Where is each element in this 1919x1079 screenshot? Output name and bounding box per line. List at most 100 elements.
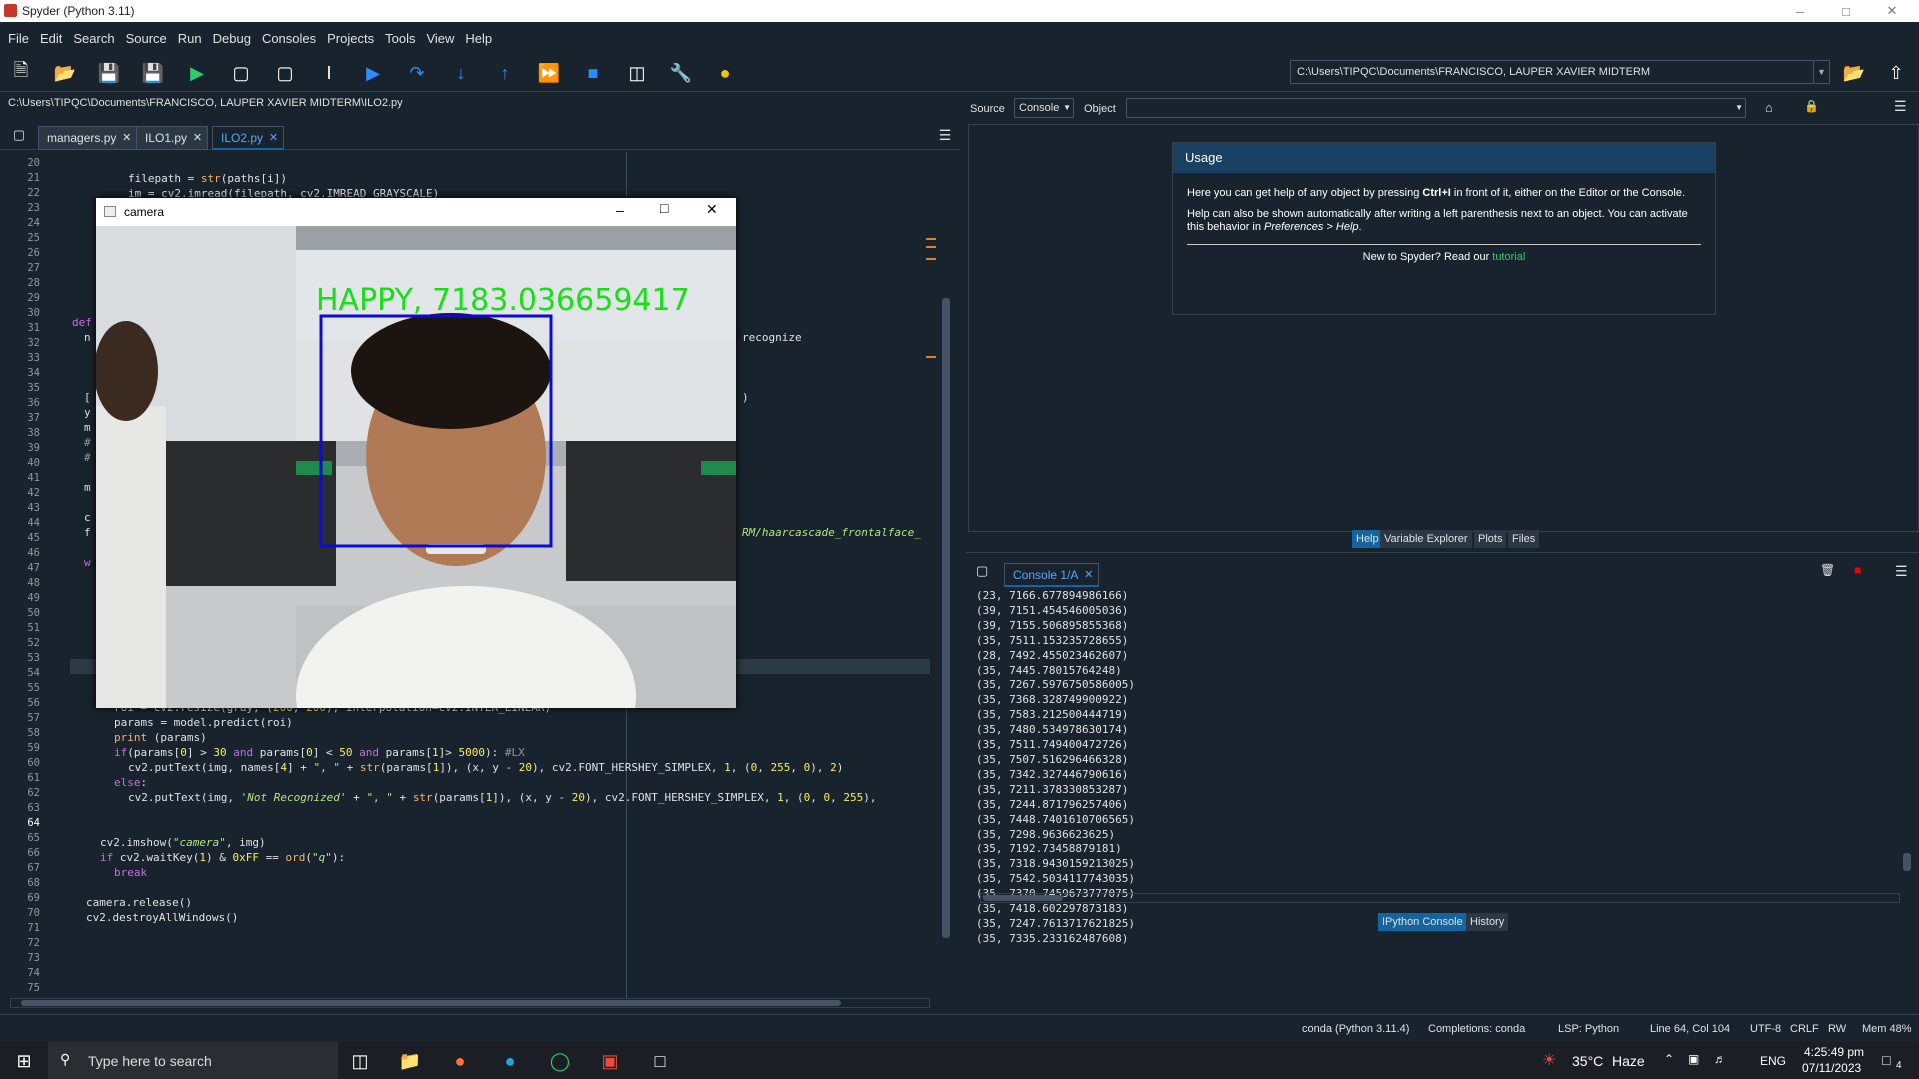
code-line-50: w	[84, 556, 91, 569]
notifications-icon[interactable]: □	[1882, 1052, 1890, 1068]
spyder-taskbar-icon[interactable]: ▣	[596, 1047, 624, 1075]
line-number: 43	[27, 502, 40, 514]
line-number: 38	[27, 427, 40, 439]
trash-icon[interactable]: 🗑	[1820, 563, 1835, 577]
camera-window[interactable]: camera – □ ✕ HAPPY, 7183.036659417	[96, 198, 736, 708]
step-return-icon[interactable]: ↑	[494, 62, 516, 84]
menu-tools[interactable]: Tools	[385, 31, 415, 46]
step-over-icon[interactable]: ↷	[406, 62, 428, 84]
file-explorer-icon[interactable]: 📁	[396, 1047, 424, 1075]
continue-icon[interactable]: ⏩	[538, 62, 560, 84]
anaconda-icon[interactable]: ◯	[546, 1047, 574, 1075]
tutorial-link[interactable]: tutorial	[1492, 251, 1525, 263]
weather-temp[interactable]: 35°C	[1572, 1053, 1603, 1069]
stop-kernel-icon[interactable]: ■	[1854, 563, 1861, 577]
menu-edit[interactable]: Edit	[40, 31, 62, 46]
minimize-button[interactable]: –	[1777, 0, 1823, 22]
menu-consoles[interactable]: Consoles	[262, 31, 316, 46]
home-icon[interactable]: ⌂	[1765, 100, 1773, 115]
menu-file[interactable]: File	[8, 31, 29, 46]
menu-search[interactable]: Search	[73, 31, 114, 46]
task-view-icon[interactable]: ◫	[346, 1047, 374, 1075]
browse-folder-icon[interactable]: 📂	[1843, 62, 1865, 84]
camera-title-bar[interactable]: camera – □ ✕	[96, 198, 736, 226]
editor-horizontal-scrollbar[interactable]	[10, 998, 930, 1008]
tab-console[interactable]: Console 1/A ✕	[1004, 563, 1100, 587]
menu-projects[interactable]: Projects	[327, 31, 374, 46]
debug-icon[interactable]: ▶	[362, 62, 384, 84]
camera-minimize-icon[interactable]: –	[616, 202, 624, 218]
maximize-pane-icon[interactable]: ◫	[626, 62, 648, 84]
status-env[interactable]: conda (Python 3.11.4)	[1302, 1023, 1409, 1035]
run-selection-icon[interactable]: I	[318, 62, 340, 84]
open-file-icon[interactable]: 📂	[54, 62, 76, 84]
console-options-icon[interactable]: ☰	[1895, 563, 1908, 580]
clock-time[interactable]: 4:25:49 pm	[1804, 1045, 1864, 1059]
parent-directory-icon[interactable]: ⇧	[1885, 62, 1907, 84]
windows-start-icon[interactable]: ⊞	[10, 1047, 38, 1075]
close-tab-icon[interactable]: ✕	[1084, 564, 1093, 586]
line-number: 35	[27, 382, 40, 394]
new-file-icon[interactable]: 🗎	[10, 60, 32, 84]
close-tab-icon[interactable]: ✕	[269, 127, 278, 149]
tab-files[interactable]: Files	[1508, 530, 1540, 548]
console-horizontal-scrollbar[interactable]	[980, 893, 1900, 903]
taskbar-search-box[interactable]: ⚲ Type here to search	[48, 1042, 338, 1079]
language-indicator[interactable]: ENG	[1760, 1054, 1786, 1068]
tab-plots[interactable]: Plots	[1474, 530, 1507, 548]
lock-icon[interactable]: 🔒	[1804, 99, 1819, 113]
preferences-icon[interactable]: 🔧	[670, 62, 692, 84]
editor-vertical-scrollbar[interactable]	[926, 158, 952, 998]
browse-consoles-icon[interactable]: ▢	[976, 563, 988, 579]
volume-icon[interactable]: ♬	[1714, 1052, 1726, 1066]
tab-ilo1[interactable]: ILO1.py ✕	[136, 126, 209, 150]
network-icon[interactable]: ▣	[1688, 1052, 1699, 1066]
status-permissions: RW	[1828, 1023, 1847, 1035]
camera-close-icon[interactable]: ✕	[706, 201, 718, 218]
weather-desc[interactable]: Haze	[1612, 1053, 1645, 1069]
menu-run[interactable]: Run	[178, 31, 202, 46]
clock-date[interactable]: 07/11/2023	[1802, 1061, 1861, 1075]
menu-help[interactable]: Help	[465, 31, 492, 46]
window-icon	[104, 206, 116, 217]
console-vertical-scrollbar[interactable]	[1902, 593, 1912, 883]
camera-maximize-icon[interactable]: □	[660, 200, 668, 216]
object-input[interactable]: ▼	[1126, 98, 1746, 118]
chevron-down-icon[interactable]: ▼	[1813, 61, 1829, 83]
tab-ipython-console[interactable]: IPython Console	[1378, 913, 1467, 931]
firefox-icon[interactable]: ●	[446, 1047, 474, 1075]
menu-source[interactable]: Source	[126, 31, 167, 46]
run-cell-advance-icon[interactable]: ▢	[274, 62, 296, 84]
python-path-icon[interactable]: ●	[714, 62, 736, 84]
tab-managers[interactable]: managers.py ✕	[38, 126, 138, 150]
run-icon[interactable]: ▶	[186, 62, 208, 84]
python-window-icon[interactable]: □	[646, 1047, 674, 1075]
browse-tabs-icon[interactable]: ▢	[8, 124, 30, 146]
close-tab-icon[interactable]: ✕	[193, 127, 202, 149]
help-options-icon[interactable]: ☰	[1894, 98, 1907, 115]
save-icon[interactable]: 💾	[98, 62, 120, 84]
tab-ilo2[interactable]: ILO2.py ✕	[212, 126, 285, 150]
editor-options-icon[interactable]: ☰	[934, 124, 956, 146]
maximize-button[interactable]: □	[1823, 0, 1869, 22]
console-line: (35, 7247.7613717621825)	[976, 916, 1135, 930]
save-all-icon[interactable]: 💾	[142, 62, 164, 84]
line-number: 63	[27, 802, 40, 814]
status-lsp[interactable]: LSP: Python	[1558, 1023, 1619, 1035]
menu-view[interactable]: View	[426, 31, 454, 46]
tab-variable-explorer[interactable]: Variable Explorer	[1380, 530, 1472, 548]
step-into-icon[interactable]: ↓	[450, 62, 472, 84]
chevron-up-icon[interactable]: ⌃	[1664, 1052, 1674, 1066]
close-tab-icon[interactable]: ✕	[122, 127, 131, 149]
close-button[interactable]: ✕	[1869, 0, 1915, 22]
line-number: 20	[27, 157, 40, 169]
tab-help[interactable]: Help	[1352, 530, 1383, 548]
run-cell-icon[interactable]: ▢	[230, 62, 252, 84]
menu-debug[interactable]: Debug	[213, 31, 251, 46]
edge-icon[interactable]: ●	[496, 1047, 524, 1075]
source-label: Source	[970, 103, 1005, 115]
source-select[interactable]: Console ▼	[1014, 98, 1074, 118]
tab-history[interactable]: History	[1466, 913, 1509, 931]
stop-icon[interactable]: ■	[582, 62, 604, 84]
working-directory-field[interactable]: C:\Users\TIPQC\Documents\FRANCISCO, LAUP…	[1290, 60, 1830, 84]
